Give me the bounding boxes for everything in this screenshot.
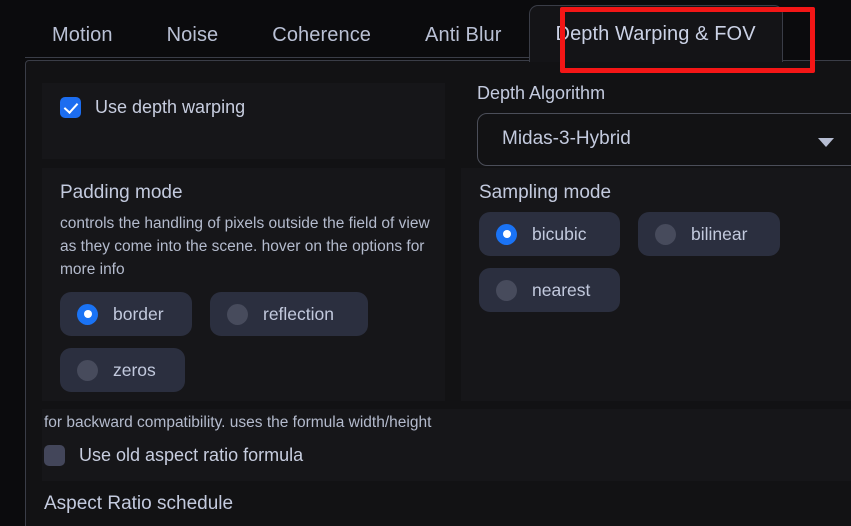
use-depth-warping-box: Use depth warping (42, 83, 445, 159)
tab-noise-label: Noise (166, 24, 219, 46)
use-depth-warping-checkbox[interactable] (60, 97, 81, 118)
tab-noise[interactable]: Noise (140, 8, 246, 62)
use-depth-warping-checkbox-row[interactable]: Use depth warping (60, 97, 245, 118)
padding-mode-panel: Padding mode controls the handling of pi… (42, 168, 445, 401)
tab-motion[interactable]: Motion (25, 8, 140, 62)
sampling-mode-option-bilinear[interactable]: bilinear (638, 212, 780, 256)
use-old-aspect-ratio-checkbox[interactable] (44, 445, 65, 466)
tab-motion-label: Motion (52, 24, 113, 46)
sampling-mode-panel: Sampling mode bicubic bilinear nearest (461, 168, 851, 401)
tab-depth-warping-fov[interactable]: Depth Warping & FOV (528, 5, 783, 62)
radio-icon-nearest[interactable] (496, 279, 517, 301)
tab-content-panel: Use depth warping Depth Algorithm Midas-… (25, 60, 851, 526)
depth-algorithm-select[interactable]: Midas-3-Hybrid (477, 113, 851, 166)
tab-coherence[interactable]: Coherence (245, 8, 398, 62)
use-old-aspect-ratio-checkbox-row[interactable]: Use old aspect ratio formula (44, 445, 303, 466)
padding-mode-option-reflection[interactable]: reflection (210, 292, 368, 336)
padding-mode-option-reflection-label: reflection (263, 303, 335, 324)
sampling-mode-option-nearest[interactable]: nearest (479, 268, 620, 312)
padding-mode-description: controls the handling of pixels outside … (60, 215, 430, 278)
depth-algorithm-label: Depth Algorithm (477, 83, 606, 103)
aspect-ratio-schedule-title: Aspect Ratio schedule (44, 493, 234, 514)
radio-icon-bicubic[interactable] (496, 223, 517, 245)
padding-mode-option-zeros-label: zeros (113, 359, 156, 380)
tab-strip: Motion Noise Coherence Anti Blur Depth W… (0, 0, 851, 62)
tab-strip-underline (25, 57, 556, 58)
tab-anti-blur-label: Anti Blur (425, 24, 502, 46)
sampling-mode-option-bicubic[interactable]: bicubic (479, 212, 620, 256)
sampling-mode-option-nearest-label: nearest (532, 279, 591, 300)
radio-icon-reflection[interactable] (227, 303, 248, 325)
padding-mode-title: Padding mode (60, 182, 183, 203)
radio-icon-bilinear[interactable] (655, 223, 676, 245)
padding-mode-option-zeros[interactable]: zeros (60, 348, 185, 392)
padding-mode-option-border-label: border (113, 303, 164, 324)
radio-icon-border[interactable] (77, 303, 98, 325)
tab-list: Motion Noise Coherence Anti Blur Depth W… (25, 5, 783, 62)
sampling-mode-title: Sampling mode (479, 182, 612, 203)
use-old-aspect-ratio-label: Use old aspect ratio formula (79, 445, 304, 465)
aspect-ratio-description: for backward compatibility. uses the for… (44, 414, 432, 431)
radio-icon-zeros[interactable] (77, 359, 98, 381)
app-root: Motion Noise Coherence Anti Blur Depth W… (0, 0, 851, 526)
depth-algorithm-value: Midas-3-Hybrid (502, 128, 631, 149)
sampling-mode-option-bicubic-label: bicubic (532, 223, 587, 244)
depth-algorithm-group: Depth Algorithm (477, 83, 851, 104)
tab-depth-warping-fov-label: Depth Warping & FOV (555, 22, 756, 45)
chevron-down-icon[interactable] (818, 138, 834, 147)
tab-anti-blur[interactable]: Anti Blur (398, 8, 529, 62)
use-depth-warping-label: Use depth warping (95, 97, 246, 117)
tab-content-inner: Use depth warping Depth Algorithm Midas-… (26, 61, 851, 526)
tab-coherence-label: Coherence (272, 24, 372, 46)
padding-mode-option-border[interactable]: border (60, 292, 192, 336)
aspect-ratio-box: for backward compatibility. uses the for… (42, 409, 851, 481)
sampling-mode-option-bilinear-label: bilinear (691, 223, 748, 244)
